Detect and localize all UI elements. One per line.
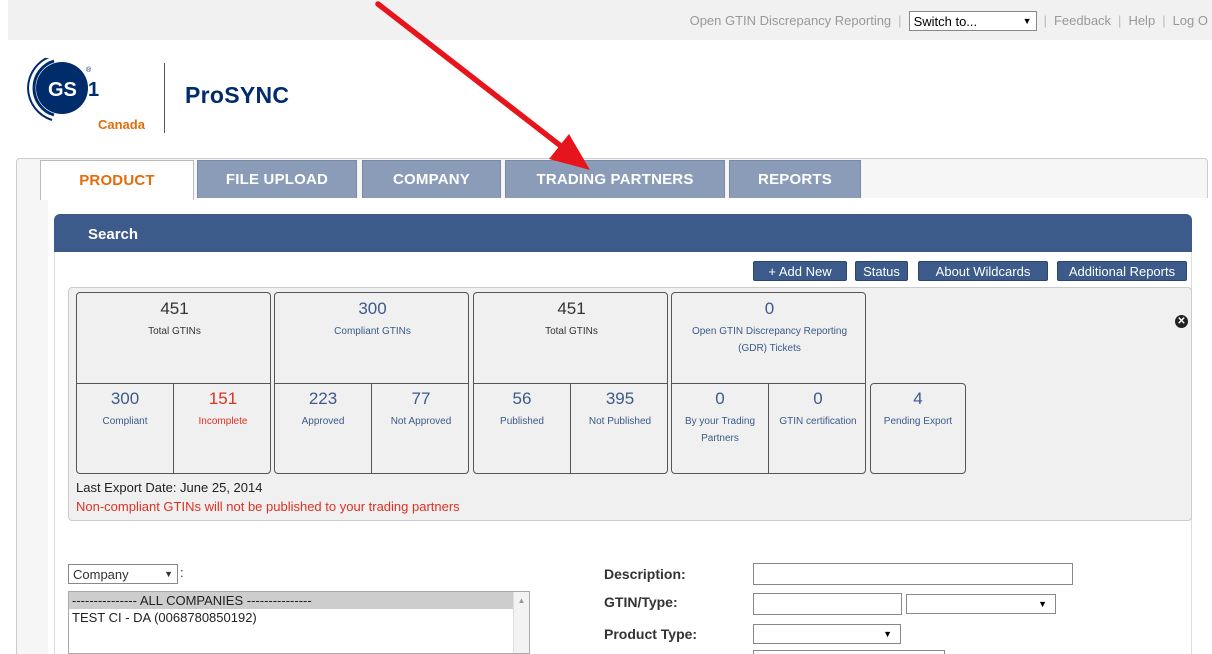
gtin-input[interactable] (753, 593, 902, 615)
stat-label: GTIN certification (779, 416, 857, 427)
published-group: 451 Total GTINs 56 Published 395 Not Pub… (473, 292, 668, 474)
compliant-stat[interactable]: 300 Compliant (77, 389, 173, 430)
stat-label: By your Trading (684, 416, 756, 427)
stat-value: 451 (557, 299, 586, 318)
stat-label: Compliant GTINs (334, 326, 411, 337)
search-header: Search (54, 214, 1192, 252)
product-type-label: Product Type: (604, 626, 698, 642)
stat-value: 223 (308, 389, 338, 408)
by-trading-partners-stat[interactable]: 0 By your Trading Partners (672, 389, 768, 447)
not-published-stat[interactable]: 395 Not Published (571, 389, 669, 430)
logo-sub: Canada (98, 117, 146, 132)
total-gtins-group: 451 Total GTINs 300 Compliant 151 Incomp… (76, 292, 271, 474)
stat-label: Not Published (588, 416, 652, 427)
chevron-down-icon: ▼ (1038, 599, 1047, 609)
gdr-tickets-stat[interactable]: 0 Open GTIN Discrepancy Reporting (GDR) … (672, 299, 867, 357)
gtin-type-label: GTIN/Type: (604, 594, 678, 610)
top-links: Open GTIN Discrepancy Reporting | Switch… (690, 10, 1208, 31)
stat-label: Incomplete (198, 416, 248, 427)
not-approved-stat[interactable]: 77 Not Approved (372, 389, 470, 430)
noncompliant-warning: Non-compliant GTINs will not be publishe… (76, 499, 460, 514)
stat-label: Approved (301, 416, 345, 427)
chevron-down-icon: ▼ (883, 629, 892, 639)
product-type-select[interactable]: ▼ (753, 624, 901, 644)
feedback-link[interactable]: Feedback (1054, 13, 1111, 28)
divider: | (1043, 12, 1047, 28)
stat-label: Total GTINs (545, 326, 598, 337)
chevron-down-icon: ▼ (164, 569, 173, 579)
stat-value: 395 (605, 389, 635, 408)
company-colon: : (180, 565, 184, 580)
stat-label: Not Approved (390, 416, 452, 427)
gdr-link[interactable]: Open GTIN Discrepancy Reporting (690, 13, 892, 28)
pending-export-stat[interactable]: 4 Pending Export (870, 383, 966, 474)
gs1-canada-logo: GS 1 ® Canada (22, 55, 152, 134)
stat-label: Pending Export (883, 416, 953, 427)
description-input[interactable] (753, 563, 1073, 585)
last-export-date: Last Export Date: June 25, 2014 (76, 480, 263, 495)
about-wildcards-button[interactable]: About Wildcards (918, 261, 1048, 281)
tab-trading-partners[interactable]: TRADING PARTNERS (505, 160, 725, 198)
list-item[interactable]: TEST CI - DA (0068780850192) (69, 609, 529, 626)
stat-value: 4 (913, 389, 923, 408)
description-label: Description: (604, 566, 686, 582)
search-title: Search (88, 226, 139, 243)
status-button[interactable]: Status (855, 261, 908, 281)
stat-label: Open GTIN Discrepancy Reporting (691, 326, 848, 337)
add-new-button[interactable]: + Add New (753, 261, 847, 281)
help-link[interactable]: Help (1128, 13, 1155, 28)
stat-label: Published (500, 416, 544, 427)
chevron-down-icon: ▼ (1022, 16, 1032, 26)
stat-value: 0 (813, 389, 823, 408)
divider: | (1118, 12, 1122, 28)
published-stat[interactable]: 56 Published (474, 389, 570, 430)
gtin-certification-stat[interactable]: 0 GTIN certification (769, 389, 867, 430)
incomplete-stat[interactable]: 151 Incomplete (174, 389, 272, 430)
close-icon[interactable]: ✕ (1175, 315, 1188, 328)
svg-text:1: 1 (88, 79, 99, 101)
company-select[interactable]: Company ▼ (68, 564, 178, 584)
chevron-up-icon: ▲ (517, 596, 526, 605)
compliant-gtins-stat[interactable]: 300 Compliant GTINs (275, 299, 470, 340)
tab-reports[interactable]: REPORTS (729, 160, 861, 198)
divider: | (898, 12, 902, 28)
stat-label: (GDR) Tickets (738, 343, 801, 354)
divider (164, 63, 165, 133)
next-field[interactable] (753, 650, 945, 654)
stat-label: Compliant (102, 416, 148, 427)
total-gtins-stat[interactable]: 451 Total GTINs (77, 299, 272, 340)
switch-to-select[interactable]: Switch to... ▼ (908, 11, 1037, 31)
stat-value: 300 (358, 299, 387, 318)
svg-text:®: ® (86, 66, 92, 74)
divider: | (1162, 12, 1166, 28)
tab-company[interactable]: COMPANY (362, 160, 501, 198)
company-select-value: Company (73, 566, 129, 582)
tab-file-upload[interactable]: FILE UPLOAD (197, 160, 357, 198)
stat-value: 77 (411, 389, 431, 408)
logout-link[interactable]: Log O (1173, 13, 1208, 28)
scrollbar[interactable]: ▲ (513, 592, 529, 653)
approved-stat[interactable]: 223 Approved (275, 389, 371, 430)
app-name: ProSYNC (185, 82, 290, 108)
stat-value: 151 (208, 389, 238, 408)
company-list[interactable]: --------------- ALL COMPANIES ----------… (68, 591, 530, 654)
stat-label: Partners (701, 433, 739, 444)
tab-product[interactable]: PRODUCT (40, 160, 194, 200)
published-total-stat[interactable]: 451 Total GTINs (474, 299, 669, 340)
stat-value: 0 (764, 299, 775, 318)
stat-value: 0 (715, 389, 725, 408)
stat-value: 300 (110, 389, 140, 408)
list-item[interactable]: --------------- ALL COMPANIES ----------… (69, 592, 529, 609)
compliant-gtins-group: 300 Compliant GTINs 223 Approved 77 Not … (274, 292, 469, 474)
switch-to-value: Switch to... (913, 13, 978, 29)
svg-text:GS: GS (48, 79, 77, 101)
additional-reports-button[interactable]: Additional Reports (1057, 261, 1187, 281)
gtin-type-select[interactable]: ▼ (906, 594, 1056, 614)
stat-value: 451 (160, 299, 189, 318)
gdr-group: 0 Open GTIN Discrepancy Reporting (GDR) … (671, 292, 866, 474)
stat-label: Total GTINs (148, 326, 201, 337)
stat-value: 56 (512, 389, 532, 408)
